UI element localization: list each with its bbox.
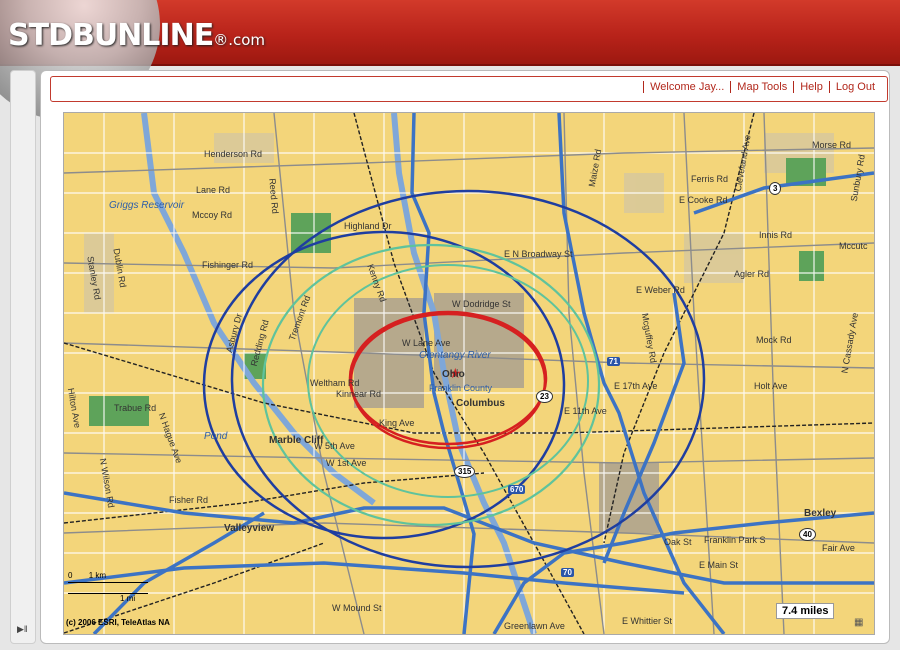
map-label-trabue: Trabue Rd <box>114 403 157 413</box>
scale-mi: 1 mi <box>120 594 136 603</box>
map-label-oak: Oak St <box>664 537 692 547</box>
map-label-franklin: Franklin County <box>429 383 493 393</box>
map-label-henderson: Henderson Rd <box>204 149 263 159</box>
map-label-holt: Holt Ave <box>754 381 788 391</box>
logo-main: STDB <box>8 18 95 53</box>
nav-help[interactable]: Help <box>793 81 829 93</box>
map-label-franklinpark: Franklin Park S <box>704 535 766 545</box>
map-label-innis: Innis Rd <box>759 230 793 240</box>
map-label-ohio: Ohio <box>442 369 465 380</box>
map-label-ecooke: E Cooke Rd <box>679 195 728 205</box>
map-label-olentangy: Olentangy River <box>419 350 491 361</box>
top-nav-bar: Welcome Jay... Map Tools Help Log Out <box>50 76 888 102</box>
map-label-morse: Morse Rd <box>812 140 852 150</box>
us-23-shield: 23 <box>536 390 553 403</box>
map-label-w1st: W 1st Ave <box>326 458 367 468</box>
map-label-fishinger: Fishinger Rd <box>202 260 254 270</box>
logo-suffix: ®.com <box>213 31 266 49</box>
map-label-mock: Mock Rd <box>756 335 792 345</box>
map-label-kingave: King Ave <box>379 418 415 428</box>
map-label-highland: Highland Dr <box>344 221 392 231</box>
collapsed-sidebar[interactable]: ▶‖ <box>10 70 36 644</box>
scale-km: 1 km <box>88 571 107 580</box>
map-label-whittier: E Whittier St <box>622 616 673 626</box>
scale-line <box>68 582 148 583</box>
map-label-bexley: Bexley <box>804 508 837 519</box>
map-label-fair: Fair Ave <box>822 543 855 553</box>
ring-overlay <box>230 189 706 569</box>
resize-grip-icon[interactable]: ▦ <box>854 618 864 628</box>
logo-rest: UNLINE <box>93 18 214 53</box>
map-label-agler: Agler Rd <box>734 269 770 279</box>
map-label-emain: E Main St <box>699 560 739 570</box>
map-label-dodridge: W Dodridge St <box>452 299 511 309</box>
map-label-mccutcheon: Mccutc <box>839 241 868 251</box>
nav-links: Welcome Jay... Map Tools Help Log Out <box>643 81 881 93</box>
radius-label: 7.4 miles <box>776 603 835 619</box>
map-label-ferris: Ferris Rd <box>691 174 729 184</box>
nav-welcome[interactable]: Welcome Jay... <box>643 81 730 93</box>
map-view[interactable]: ★ Henderson Rd Lane Rd Griggs Reservoir … <box>63 112 875 635</box>
scale-zero: 0 <box>68 571 73 580</box>
map-label-valleyview: Valleyview <box>224 523 275 534</box>
nav-logout[interactable]: Log Out <box>828 81 881 93</box>
map-label-lanew: W Lane Ave <box>402 338 451 348</box>
scale-bar: 0 1 km 1 mi <box>68 571 148 603</box>
map-label-pond: Pond <box>204 431 228 442</box>
expand-arrow-icon[interactable]: ▶‖ <box>17 624 28 635</box>
map-label-mccoy: Mccoy Rd <box>192 210 233 220</box>
app-header: STDBUNLINE®.com <box>0 0 900 120</box>
map-label-weltham: Weltham Rd <box>310 378 360 388</box>
us-40-shield: 40 <box>799 528 816 541</box>
interstate-71-shield: 71 <box>607 357 620 366</box>
map-label-kinnear: Kinnear Rd <box>336 389 382 399</box>
map-label-columbus: Columbus <box>456 398 505 409</box>
scale-line-mi <box>68 593 148 594</box>
map-label-marblecliff: Marble Cliff <box>269 435 324 446</box>
map-label-griggs: Griggs Reservoir <box>109 200 185 211</box>
map-label-wmound: W Mound St <box>332 603 382 613</box>
nav-map-tools[interactable]: Map Tools <box>730 81 793 93</box>
map-label-e11th: E 11th Ave <box>564 406 607 416</box>
map-label-fisher: Fisher Rd <box>169 495 209 505</box>
map-label-e17th: E 17th Ave <box>614 381 658 391</box>
interstate-670-shield: 670 <box>508 485 526 494</box>
map-label-greenlawn: Greenlawn Ave <box>504 621 565 631</box>
map-label-eweber: E Weber Rd <box>636 285 685 295</box>
map-label-broadway: E N Broadway St <box>504 249 573 259</box>
app-logo[interactable]: STDBUNLINE®.com <box>8 18 265 53</box>
map-copyright: (c) 2006 ESRI, TeleAtlas NA <box>66 618 170 627</box>
interstate-70-shield: 70 <box>561 568 574 577</box>
map-label-lane: Lane Rd <box>196 185 231 195</box>
